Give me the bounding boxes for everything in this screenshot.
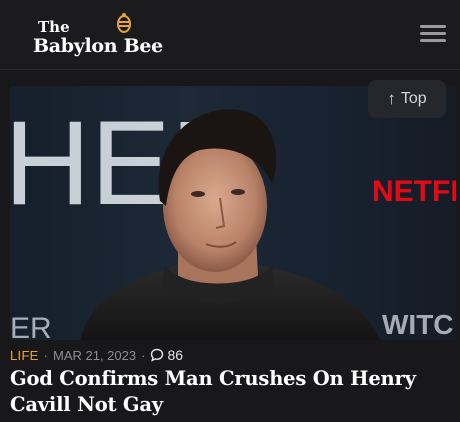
meta-separator-2: · [141, 347, 146, 363]
hamburger-menu-icon[interactable] [420, 25, 446, 47]
backdrop-netflix-logo: NETFLI [372, 175, 456, 208]
hero-photo: HER ER NETFLI WITC [10, 96, 456, 340]
article-date: MAR 21, 2023 [53, 347, 137, 363]
logo-line-name: Babylon Bee [33, 35, 163, 57]
arrow-up-icon: ↑ [387, 89, 396, 108]
comment-count: 86 [167, 347, 184, 363]
backdrop-witcher-logo: WITC [382, 309, 454, 340]
back-to-top-button[interactable]: ↑ Top [368, 80, 446, 118]
article-hero-image[interactable]: HER ER NETFLI WITC [10, 86, 456, 340]
comment-bubble-icon [151, 348, 164, 362]
logo-line-the: The [38, 18, 70, 36]
site-header: The Babylon Bee [0, 0, 460, 70]
comment-count-link[interactable]: 86 [150, 347, 183, 363]
article-category[interactable]: LIFE [10, 348, 39, 363]
backdrop-letters-bottom: ER [10, 312, 52, 340]
bee-icon [117, 13, 131, 33]
article-title[interactable]: God Confirms Man Crushes On Henry Cavill… [10, 366, 455, 418]
meta-separator: · [43, 347, 48, 363]
article-meta: LIFE · MAR 21, 2023 · 86 [10, 346, 183, 364]
back-to-top-label: Top [400, 90, 427, 107]
babylon-bee-logo[interactable]: The Babylon Bee [33, 10, 183, 60]
